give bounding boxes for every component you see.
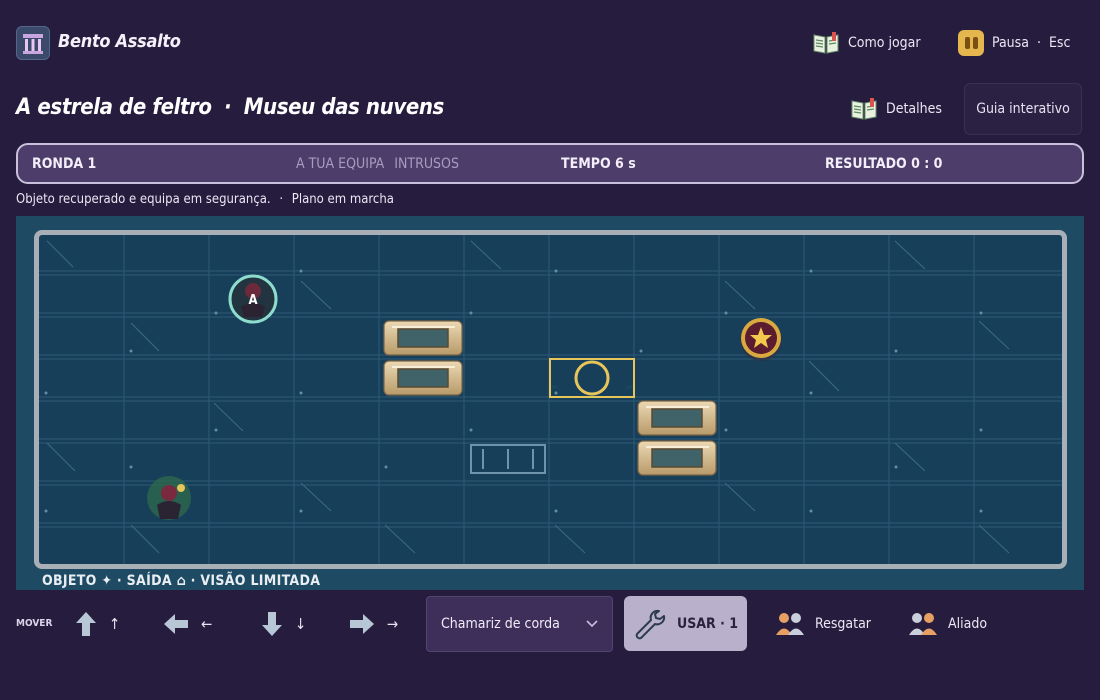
pause-label: Pausa [992, 35, 1029, 51]
move-up-key: ↑ [109, 615, 121, 633]
move-up-button[interactable]: ↑ [75, 611, 120, 637]
star-objective-icon[interactable] [740, 318, 782, 361]
arrow-left-icon [164, 614, 188, 634]
display-case [637, 400, 717, 436]
floor-grid [39, 235, 1062, 564]
chevron-down-icon [586, 620, 598, 628]
level-name: A estrela de feltro [16, 95, 212, 120]
status-message-text: Objeto recuperado e equipa em segurança. [16, 192, 271, 207]
guard-character [147, 476, 191, 520]
how-to-play-label: Como jogar [848, 35, 921, 51]
level-location: Museu das nuvens [243, 95, 445, 120]
arrow-down-icon [262, 612, 282, 636]
move-label: MOVER [16, 618, 53, 629]
score-indicator: RESULTADO 0 : 0 [825, 156, 943, 172]
rescue-button[interactable]: Resgatar [775, 611, 871, 637]
open-book-icon [851, 98, 877, 120]
status-message: Objeto recuperado e equipa em segurança.… [16, 192, 394, 207]
app-logo [16, 26, 50, 60]
gadget-select[interactable]: Chamariz de corda [426, 596, 613, 652]
pause-icon [958, 30, 984, 56]
player-marker-label: A [248, 293, 257, 308]
pause-key: Esc [1048, 35, 1071, 51]
wrench-icon [635, 609, 666, 639]
arrow-up-icon [76, 612, 96, 636]
details-label: Detalhes [886, 101, 942, 117]
move-down-button[interactable]: ↓ [261, 611, 306, 637]
move-right-button[interactable]: → [349, 613, 398, 635]
interactive-guide-button[interactable]: Guia interativo [964, 83, 1082, 135]
use-gadget-button[interactable]: USAR · 1 [624, 596, 747, 651]
exit-pad [549, 358, 635, 398]
open-book-icon [813, 32, 839, 54]
move-down-key: ↓ [295, 615, 307, 633]
people-icon [776, 613, 804, 635]
level-title-separator: · [224, 95, 232, 120]
board-legend: OBJETO ✦ · SAÍDA ⌂ · VISÃO LIMITADA [42, 573, 321, 589]
team-label: A TUA EQUIPA INTRUSOS [296, 156, 459, 172]
details-button[interactable]: Detalhes [850, 97, 942, 121]
game-board[interactable]: A [34, 230, 1067, 569]
display-case [383, 360, 463, 396]
team-b-label: INTRUSOS [394, 156, 459, 172]
status-message-separator: · [279, 192, 284, 207]
board-floor: A [39, 235, 1062, 564]
ally-button[interactable]: Aliado [908, 611, 987, 637]
museum-logo-icon [23, 34, 43, 54]
how-to-play-button[interactable]: Como jogar [812, 31, 921, 55]
gadget-selected-value: Chamariz de corda [441, 616, 560, 632]
move-left-button[interactable]: ← [163, 613, 212, 635]
use-gadget-label: USAR · 1 [676, 615, 739, 632]
display-case [383, 320, 463, 356]
round-indicator: RONDA 1 [32, 156, 97, 172]
pause-button[interactable]: Pausa · Esc [958, 30, 1070, 56]
move-right-key: → [387, 615, 399, 633]
team-a-label: A TUA EQUIPA [296, 156, 385, 172]
status-bar: RONDA 1 A TUA EQUIPA INTRUSOS TEMPO 6 s … [16, 143, 1084, 184]
people-icon [909, 613, 937, 635]
app-title: Bento Assalto [58, 31, 181, 52]
plan-status: Plano em marcha [291, 192, 394, 207]
display-case [637, 440, 717, 476]
pause-separator: · [1036, 35, 1041, 51]
rescue-label: Resgatar [815, 616, 871, 632]
move-left-key: ← [201, 615, 213, 633]
time-indicator: TEMPO 6 s [561, 156, 636, 172]
floor-rivets [44, 269, 983, 513]
arrow-right-icon [350, 614, 374, 634]
ally-label: Aliado [948, 616, 988, 632]
player-character[interactable]: A [228, 274, 278, 324]
vent-grate [470, 444, 546, 474]
level-title: A estrela de feltro · Museu das nuvens [16, 95, 444, 120]
